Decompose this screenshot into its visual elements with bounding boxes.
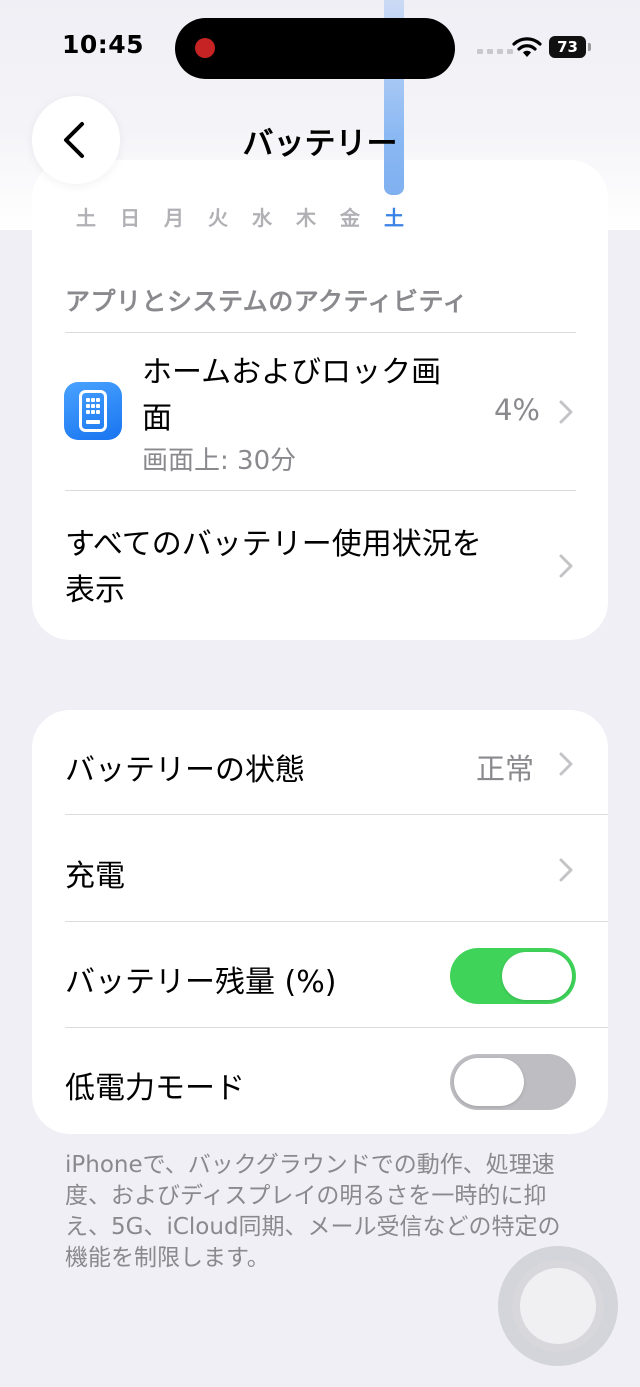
battery-health-value: 正常 [476, 752, 535, 786]
wifi-icon [512, 37, 542, 57]
chevron-right-icon [559, 554, 573, 578]
all-usage-label: すべてのバッテリー使用状況を表示 [65, 527, 482, 608]
battery-level: 73 [557, 38, 578, 56]
assistive-touch-center [520, 1268, 596, 1344]
cellular-signal-icon [477, 49, 513, 54]
activity-section-header: アプリとシステムのアクティビティ [65, 287, 469, 316]
day-label-active[interactable]: 土 [379, 202, 409, 231]
divider [65, 332, 576, 333]
chart-day-labels: 土 日 月 火 水 木 金 土 [32, 202, 432, 236]
toggle-knob [502, 952, 572, 1000]
divider [65, 490, 576, 491]
dynamic-island[interactable] [175, 18, 455, 79]
status-time: 10:45 [62, 30, 145, 59]
day-label: 金 [340, 206, 360, 230]
divider [65, 921, 608, 922]
chevron-right-icon [559, 752, 573, 776]
low-power-description: iPhoneで、バックグラウンドでの動作、処理速度、およびディスプレイの明るさを… [65, 1152, 561, 1271]
recording-indicator-icon [195, 38, 215, 58]
page-title: バッテリー [242, 126, 398, 162]
app-name: ホームおよびロック画面 [142, 355, 442, 436]
day-label: 月 [164, 206, 184, 230]
toggle-knob [454, 1058, 524, 1106]
day-label: 土 [76, 206, 96, 230]
day-label: 火 [208, 206, 228, 230]
charging-label: 充電 [65, 859, 125, 894]
day-label: 日 [120, 206, 140, 230]
app-screen-time: 画面上: 30分 [142, 446, 297, 476]
low-power-label: 低電力モード [65, 1071, 245, 1106]
chevron-right-icon [559, 858, 573, 882]
divider [65, 814, 608, 815]
day-label: 水 [252, 206, 272, 230]
day-label: 木 [296, 206, 316, 230]
battery-cap [588, 43, 591, 51]
battery-percentage-toggle[interactable] [450, 948, 576, 1004]
battery-icon: 73 [549, 36, 591, 58]
battery-percentage-label: バッテリー残量 (%) [65, 965, 337, 1000]
assistive-touch-button[interactable] [498, 1246, 618, 1366]
app-battery-percent: 4% [493, 393, 540, 427]
divider [65, 1027, 608, 1028]
battery-health-label: バッテリーの状態 [65, 753, 305, 788]
chevron-right-icon [559, 400, 573, 424]
home-lock-screen-icon [64, 382, 122, 440]
low-power-toggle[interactable] [450, 1054, 576, 1110]
